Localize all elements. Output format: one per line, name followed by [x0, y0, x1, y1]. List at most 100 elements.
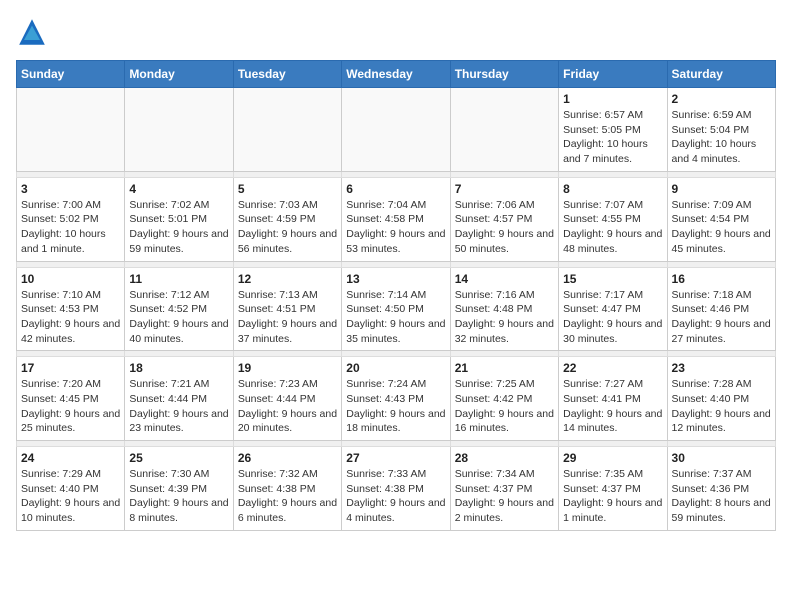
- day-info: Sunrise: 7:24 AM Sunset: 4:43 PM Dayligh…: [346, 377, 445, 436]
- day-info: Sunrise: 7:06 AM Sunset: 4:57 PM Dayligh…: [455, 198, 554, 257]
- calendar-cell: [233, 88, 341, 172]
- day-number: 3: [21, 182, 120, 196]
- day-info: Sunrise: 7:23 AM Sunset: 4:44 PM Dayligh…: [238, 377, 337, 436]
- day-number: 9: [672, 182, 771, 196]
- day-number: 15: [563, 272, 662, 286]
- calendar-cell: 5 Sunrise: 7:03 AM Sunset: 4:59 PM Daylig…: [233, 177, 341, 261]
- day-info: Sunrise: 7:16 AM Sunset: 4:48 PM Dayligh…: [455, 288, 554, 347]
- day-number: 17: [21, 361, 120, 375]
- calendar-cell: 22 Sunrise: 7:27 AM Sunset: 4:41 PM Dayli…: [559, 357, 667, 441]
- calendar-cell: 26 Sunrise: 7:32 AM Sunset: 4:38 PM Dayli…: [233, 447, 341, 531]
- day-number: 10: [21, 272, 120, 286]
- day-info: Sunrise: 7:33 AM Sunset: 4:38 PM Dayligh…: [346, 467, 445, 526]
- day-number: 8: [563, 182, 662, 196]
- day-number: 6: [346, 182, 445, 196]
- calendar-cell: 8 Sunrise: 7:07 AM Sunset: 4:55 PM Daylig…: [559, 177, 667, 261]
- day-info: Sunrise: 7:02 AM Sunset: 5:01 PM Dayligh…: [129, 198, 228, 257]
- calendar-header-wednesday: Wednesday: [342, 61, 450, 88]
- day-number: 16: [672, 272, 771, 286]
- day-info: Sunrise: 7:04 AM Sunset: 4:58 PM Dayligh…: [346, 198, 445, 257]
- calendar-cell: 10Sunrise: 7:10 AM Sunset: 4:53 PM Dayli…: [17, 267, 125, 351]
- day-number: 24: [21, 451, 120, 465]
- calendar-week-row: 3 Sunrise: 7:00 AM Sunset: 5:02 PM Daylig…: [17, 177, 776, 261]
- calendar-cell: [342, 88, 450, 172]
- day-info: Sunrise: 7:29 AM Sunset: 4:40 PM Dayligh…: [21, 467, 120, 526]
- day-info: Sunrise: 7:07 AM Sunset: 4:55 PM Dayligh…: [563, 198, 662, 257]
- calendar-cell: 28Sunrise: 7:34 AM Sunset: 4:37 PM Dayli…: [450, 447, 558, 531]
- calendar-week-row: 24 Sunrise: 7:29 AM Sunset: 4:40 PM Dayli…: [17, 447, 776, 531]
- day-info: Sunrise: 7:20 AM Sunset: 4:45 PM Dayligh…: [21, 377, 120, 436]
- day-info: Sunrise: 7:32 AM Sunset: 4:38 PM Dayligh…: [238, 467, 337, 526]
- calendar-table: SundayMondayTuesdayWednesdayThursdayFrid…: [16, 60, 776, 531]
- logo-icon: [16, 16, 48, 48]
- day-number: 7: [455, 182, 554, 196]
- day-info: Sunrise: 7:03 AM Sunset: 4:59 PM Dayligh…: [238, 198, 337, 257]
- logo: [16, 16, 52, 48]
- day-number: 23: [672, 361, 771, 375]
- day-number: 4: [129, 182, 228, 196]
- calendar-header-row: SundayMondayTuesdayWednesdayThursdayFrid…: [17, 61, 776, 88]
- day-number: 21: [455, 361, 554, 375]
- day-info: Sunrise: 7:21 AM Sunset: 4:44 PM Dayligh…: [129, 377, 228, 436]
- day-number: 22: [563, 361, 662, 375]
- day-info: Sunrise: 7:37 AM Sunset: 4:36 PM Dayligh…: [672, 467, 771, 526]
- day-info: Sunrise: 7:17 AM Sunset: 4:47 PM Dayligh…: [563, 288, 662, 347]
- day-number: 11: [129, 272, 228, 286]
- calendar-cell: 15 Sunrise: 7:17 AM Sunset: 4:47 PM Dayli…: [559, 267, 667, 351]
- calendar-cell: 11 Sunrise: 7:12 AM Sunset: 4:52 PM Dayli…: [125, 267, 233, 351]
- calendar-cell: 20Sunrise: 7:24 AM Sunset: 4:43 PM Dayli…: [342, 357, 450, 441]
- calendar-week-row: 1Sunrise: 6:57 AM Sunset: 5:05 PM Daylig…: [17, 88, 776, 172]
- calendar-cell: [125, 88, 233, 172]
- day-number: 30: [672, 451, 771, 465]
- calendar-header-tuesday: Tuesday: [233, 61, 341, 88]
- day-info: Sunrise: 7:30 AM Sunset: 4:39 PM Dayligh…: [129, 467, 228, 526]
- calendar-cell: 3 Sunrise: 7:00 AM Sunset: 5:02 PM Daylig…: [17, 177, 125, 261]
- day-number: 25: [129, 451, 228, 465]
- calendar-cell: 25 Sunrise: 7:30 AM Sunset: 4:39 PM Dayli…: [125, 447, 233, 531]
- calendar-header-friday: Friday: [559, 61, 667, 88]
- calendar-cell: 1Sunrise: 6:57 AM Sunset: 5:05 PM Daylig…: [559, 88, 667, 172]
- calendar-cell: 30 Sunrise: 7:37 AM Sunset: 4:36 PM Dayli…: [667, 447, 775, 531]
- day-number: 28: [455, 451, 554, 465]
- calendar-cell: 16 Sunrise: 7:18 AM Sunset: 4:46 PM Dayli…: [667, 267, 775, 351]
- day-number: 29: [563, 451, 662, 465]
- day-info: Sunrise: 7:27 AM Sunset: 4:41 PM Dayligh…: [563, 377, 662, 436]
- day-number: 14: [455, 272, 554, 286]
- calendar-cell: 17 Sunrise: 7:20 AM Sunset: 4:45 PM Dayli…: [17, 357, 125, 441]
- calendar-cell: 29 Sunrise: 7:35 AM Sunset: 4:37 PM Dayli…: [559, 447, 667, 531]
- calendar-cell: 14 Sunrise: 7:16 AM Sunset: 4:48 PM Dayli…: [450, 267, 558, 351]
- day-info: Sunrise: 6:59 AM Sunset: 5:04 PM Dayligh…: [672, 108, 771, 167]
- day-number: 5: [238, 182, 337, 196]
- calendar-cell: 6 Sunrise: 7:04 AM Sunset: 4:58 PM Daylig…: [342, 177, 450, 261]
- calendar-header-sunday: Sunday: [17, 61, 125, 88]
- calendar-cell: [17, 88, 125, 172]
- day-number: 26: [238, 451, 337, 465]
- day-number: 27: [346, 451, 445, 465]
- calendar-cell: 9 Sunrise: 7:09 AM Sunset: 4:54 PM Daylig…: [667, 177, 775, 261]
- calendar-cell: 13 Sunrise: 7:14 AM Sunset: 4:50 PM Dayli…: [342, 267, 450, 351]
- calendar-cell: 23Sunrise: 7:28 AM Sunset: 4:40 PM Dayli…: [667, 357, 775, 441]
- day-info: Sunrise: 7:35 AM Sunset: 4:37 PM Dayligh…: [563, 467, 662, 526]
- day-info: Sunrise: 7:13 AM Sunset: 4:51 PM Dayligh…: [238, 288, 337, 347]
- calendar-week-row: 10Sunrise: 7:10 AM Sunset: 4:53 PM Dayli…: [17, 267, 776, 351]
- day-number: 13: [346, 272, 445, 286]
- calendar-cell: [450, 88, 558, 172]
- day-number: 12: [238, 272, 337, 286]
- day-number: 1: [563, 92, 662, 106]
- calendar-cell: 12 Sunrise: 7:13 AM Sunset: 4:51 PM Dayli…: [233, 267, 341, 351]
- calendar-header-monday: Monday: [125, 61, 233, 88]
- calendar-cell: 21 Sunrise: 7:25 AM Sunset: 4:42 PM Dayli…: [450, 357, 558, 441]
- day-info: Sunrise: 7:14 AM Sunset: 4:50 PM Dayligh…: [346, 288, 445, 347]
- calendar-cell: 24 Sunrise: 7:29 AM Sunset: 4:40 PM Dayli…: [17, 447, 125, 531]
- calendar-cell: 18Sunrise: 7:21 AM Sunset: 4:44 PM Dayli…: [125, 357, 233, 441]
- day-info: Sunrise: 7:25 AM Sunset: 4:42 PM Dayligh…: [455, 377, 554, 436]
- day-number: 2: [672, 92, 771, 106]
- day-info: Sunrise: 7:09 AM Sunset: 4:54 PM Dayligh…: [672, 198, 771, 257]
- day-info: Sunrise: 7:18 AM Sunset: 4:46 PM Dayligh…: [672, 288, 771, 347]
- calendar-header-thursday: Thursday: [450, 61, 558, 88]
- calendar-cell: 7 Sunrise: 7:06 AM Sunset: 4:57 PM Daylig…: [450, 177, 558, 261]
- day-info: Sunrise: 7:00 AM Sunset: 5:02 PM Dayligh…: [21, 198, 120, 257]
- calendar-cell: 2 Sunrise: 6:59 AM Sunset: 5:04 PM Daylig…: [667, 88, 775, 172]
- day-info: Sunrise: 7:12 AM Sunset: 4:52 PM Dayligh…: [129, 288, 228, 347]
- day-number: 19: [238, 361, 337, 375]
